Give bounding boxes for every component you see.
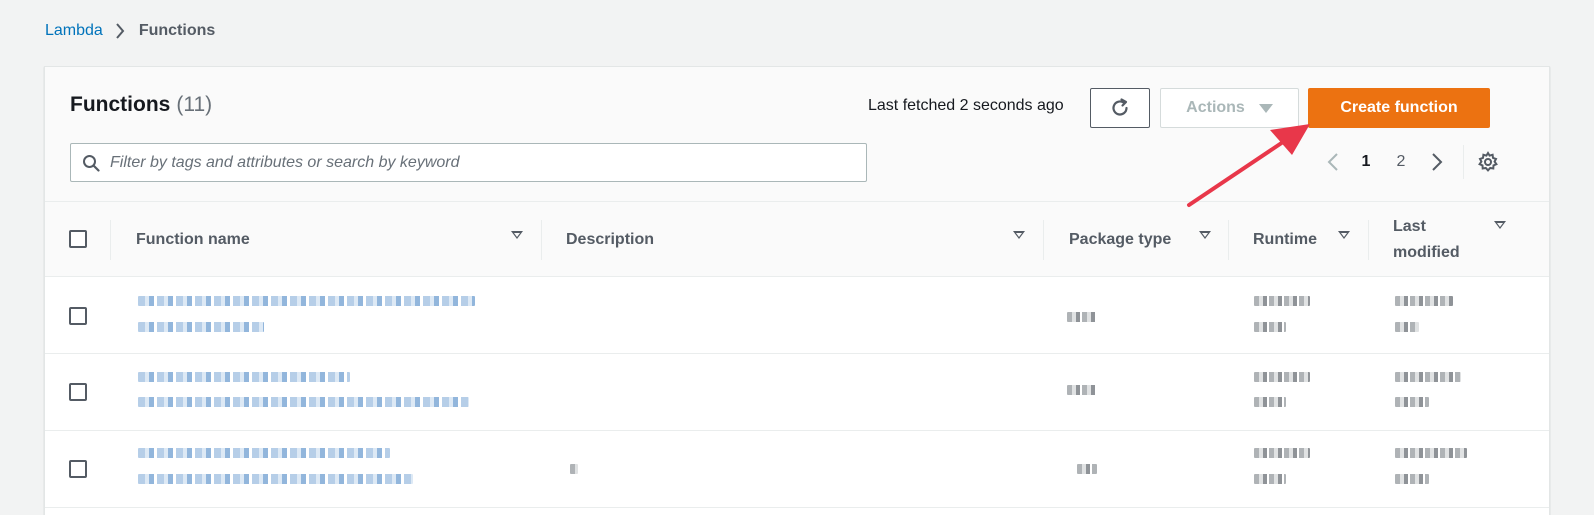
annotation-arrow-icon [1187, 124, 1310, 207]
